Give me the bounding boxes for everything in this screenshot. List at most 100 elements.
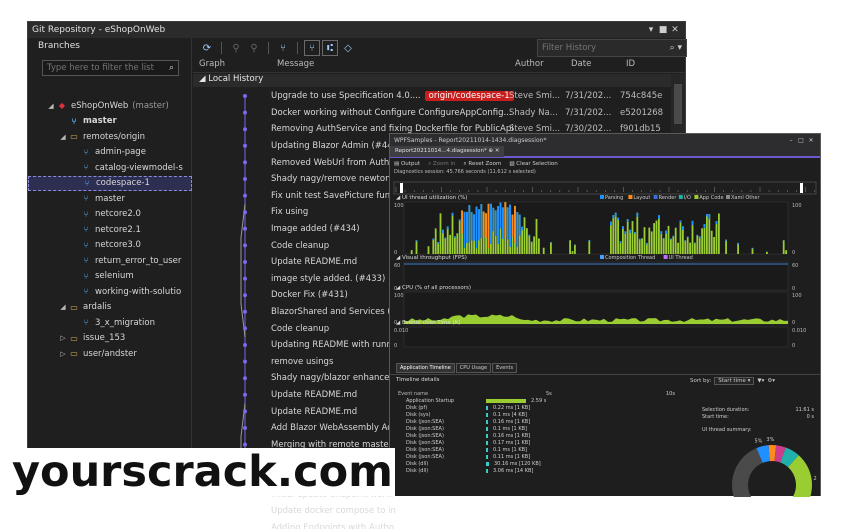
compare-icon[interactable]: ⚲ bbox=[228, 40, 244, 56]
event-duration: 0.16 ms [1 KB] bbox=[493, 418, 531, 425]
branch-item-eshoponweb[interactable]: ◢ ◆ eShopOnWeb (master) bbox=[28, 98, 192, 114]
branch-item-ardalis[interactable]: ◢ ▭ ardalis bbox=[28, 300, 192, 316]
branch-item-netcore3-0[interactable]: ⑂ netcore3.0 bbox=[28, 238, 192, 254]
branch-item-return-error-to-user[interactable]: ⑂ return_error_to_user bbox=[28, 253, 192, 269]
diagnostic-lanes[interactable]: ◢ UI thread utilization (%) Parsing Layout… bbox=[390, 194, 820, 364]
settings-icon[interactable]: ⚙▾ bbox=[767, 378, 775, 384]
branch-item-master[interactable]: ⑂ master bbox=[28, 191, 192, 207]
show-remote-icon[interactable]: ⑆ bbox=[322, 40, 338, 56]
branch-item-remotes-origin[interactable]: ◢ ▭ remotes/origin bbox=[28, 129, 192, 145]
expanded-icon[interactable]: ◢ bbox=[58, 133, 68, 141]
commit-message: Code cleanup bbox=[271, 241, 329, 251]
branch-graph-icon[interactable]: ⑂ bbox=[275, 40, 291, 56]
filter-history-input[interactable] bbox=[542, 43, 670, 53]
compare-selected-icon[interactable]: ⚲ bbox=[246, 40, 262, 56]
event-row[interactable]: Disk (dll) 30.16 ms [120 KB] bbox=[396, 460, 696, 467]
utilization-bar bbox=[434, 228, 437, 254]
utilization-bar bbox=[682, 226, 684, 254]
branch-item-user-andster[interactable]: ▷ ▭ user/andster bbox=[28, 346, 192, 362]
utilization-bar bbox=[696, 234, 699, 236]
expanded-icon[interactable]: ◢ bbox=[58, 303, 68, 311]
tab-application-timeline[interactable]: Application Timeline bbox=[396, 363, 455, 373]
branch-item-catalog-viewmodel-s[interactable]: ⑂ catalog-viewmodel-s bbox=[28, 160, 192, 176]
session-summary: Diagnostics session: 45.766 seconds (11.… bbox=[394, 169, 536, 175]
commit-row[interactable]: Docker working without Configure Configu… bbox=[193, 105, 671, 122]
maximize-icon[interactable]: □ bbox=[796, 137, 806, 144]
branch-item-selenium[interactable]: ⑂ selenium bbox=[28, 269, 192, 285]
tab-events[interactable]: Events bbox=[492, 363, 518, 373]
event-row[interactable]: Disk (pf) 0.22 ms [1 KB] bbox=[396, 404, 696, 411]
search-icon[interactable]: ⌕ ▾ bbox=[670, 43, 682, 53]
column-author[interactable]: Author bbox=[509, 59, 565, 72]
scrollbar-thumb[interactable] bbox=[674, 84, 682, 124]
branch-label: user/andster bbox=[83, 348, 137, 359]
event-row[interactable]: Disk (json:SEA) 0.1 ms [1 KB] bbox=[396, 425, 696, 432]
tag-icon[interactable]: ◇ bbox=[340, 40, 356, 56]
commit-message: Update README.md bbox=[271, 390, 357, 400]
pin-dropdown-icon[interactable]: ▾ bbox=[645, 25, 657, 35]
column-graph[interactable]: Graph bbox=[193, 59, 271, 72]
close-icon[interactable]: ✕ bbox=[669, 25, 681, 35]
event-row[interactable]: Disk (sys) 0.1 ms [4 KB] bbox=[396, 411, 696, 418]
column-date[interactable]: Date bbox=[565, 59, 620, 72]
expanded-icon[interactable]: ◢ bbox=[46, 102, 56, 110]
utilization-bar bbox=[708, 214, 711, 254]
filter-history-box[interactable]: ⌕ ▾ bbox=[537, 39, 687, 57]
event-row[interactable]: Disk (json:SEA) 0.1 ms [1 KB] bbox=[396, 446, 696, 453]
local-history-group[interactable]: ◢ Local History bbox=[193, 74, 671, 87]
utilization-bar bbox=[482, 211, 485, 237]
maximize-icon[interactable]: ■ bbox=[657, 25, 669, 35]
show-local-icon[interactable]: ⑂ bbox=[304, 40, 320, 56]
remote-branch-tag[interactable]: origin/codespace-1 bbox=[424, 91, 514, 102]
branch-item-netcore2-1[interactable]: ⑂ netcore2.1 bbox=[28, 222, 192, 238]
minimize-icon[interactable]: – bbox=[786, 137, 796, 144]
output-button[interactable]: ▤ Output bbox=[394, 161, 420, 167]
event-row[interactable]: Disk (json:SEA) 0.11 ms [1 KB] bbox=[396, 453, 696, 460]
search-icon[interactable]: ⌕ bbox=[169, 63, 174, 73]
sort-by-select[interactable]: Start time ▾ bbox=[714, 377, 755, 385]
column-message[interactable]: Message bbox=[271, 59, 509, 72]
tab-diagsession[interactable]: Report20211014...4.diagsession* ⊕ ✕ bbox=[390, 146, 505, 157]
column-id[interactable]: ID bbox=[620, 59, 680, 72]
zoom-in-button[interactable]: ⌕ Zoom in bbox=[428, 161, 455, 168]
event-row[interactable]: Application Startup 2.59 s bbox=[396, 397, 696, 404]
event-name-column[interactable]: Event name bbox=[396, 391, 476, 397]
git-title-bar: Git Repository - eShopOnWeb ▾ ■ ✕ bbox=[28, 22, 685, 38]
close-icon[interactable]: ✕ bbox=[806, 137, 816, 144]
branch-filter-box[interactable]: ⌕ bbox=[42, 60, 179, 76]
reset-zoom-button[interactable]: ⌕ Reset Zoom bbox=[464, 161, 502, 168]
commit-row[interactable]: Upgrade to use Specification 4.0.... orig… bbox=[193, 88, 671, 105]
event-row[interactable]: Disk (json:SEA) 0.17 ms [1 KB] bbox=[396, 439, 696, 446]
selection-handle-right[interactable] bbox=[800, 183, 803, 193]
commit-row[interactable]: Adding Endpoints with Autho bbox=[193, 519, 671, 529]
utilization-bar bbox=[660, 231, 663, 254]
commit-row[interactable]: Update docker compose to in bbox=[193, 503, 671, 520]
branch-item-issue-153[interactable]: ▷ ▭ issue_153 bbox=[28, 331, 192, 347]
event-row[interactable]: Disk (dll) 3.06 ms [14 KB] bbox=[396, 467, 696, 474]
event-row[interactable]: Disk (json:SEA) 0.16 ms [1 KB] bbox=[396, 418, 696, 425]
branch-item-codespace-1[interactable]: ⑂ codespace-1 bbox=[28, 175, 192, 191]
utilization-bar bbox=[458, 219, 461, 222]
refresh-icon[interactable]: ⟳ bbox=[199, 40, 215, 56]
collapsed-icon[interactable]: ▷ bbox=[58, 334, 68, 342]
branch-item-master[interactable]: ⑂ master bbox=[28, 114, 192, 130]
event-row[interactable]: Disk (json:SEA) 0.16 ms [1 KB] bbox=[396, 432, 696, 439]
branch-item-admin-page[interactable]: ⑂ admin-page bbox=[28, 145, 192, 161]
collapsed-icon[interactable]: ▷ bbox=[58, 350, 68, 358]
lane-plot-area[interactable] bbox=[403, 326, 789, 348]
clear-selection-button[interactable]: ▧ Clear Selection bbox=[509, 161, 557, 167]
branch-item-netcore2-0[interactable]: ⑂ netcore2.0 bbox=[28, 207, 192, 223]
branch-filter-input[interactable] bbox=[47, 63, 169, 73]
filter-icon[interactable]: ▼▾ bbox=[757, 378, 764, 384]
branches-header: Branches bbox=[38, 41, 80, 51]
commit-message: Update docker compose to in bbox=[271, 506, 396, 516]
branch-item-working-with-solutio[interactable]: ⑂ working-with-solutio bbox=[28, 284, 192, 300]
folder-icon: ▭ bbox=[70, 333, 78, 343]
selection-handle-left[interactable] bbox=[400, 183, 403, 193]
utilization-bar bbox=[622, 226, 624, 229]
event-duration-bar bbox=[486, 461, 489, 466]
profiler-window: WPFSamples - Report20211014-1434.diagses… bbox=[389, 133, 821, 497]
branch-item-3-x-migration[interactable]: ⑂ 3_x_migration bbox=[28, 315, 192, 331]
tab-cpu-usage[interactable]: CPU Usage bbox=[455, 363, 492, 373]
utilization-bar bbox=[451, 212, 454, 216]
